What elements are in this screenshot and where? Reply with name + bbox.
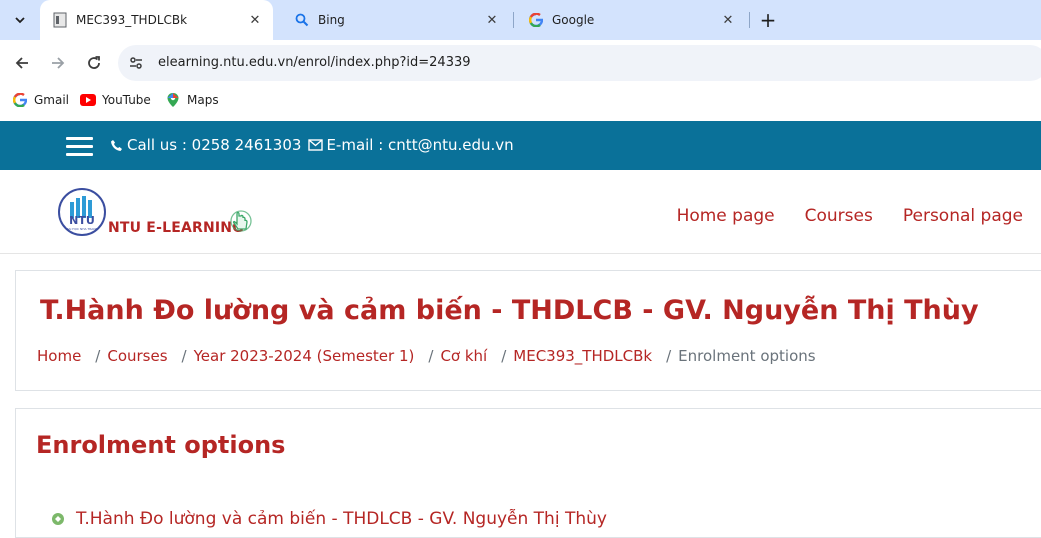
forward-button[interactable] xyxy=(46,51,70,75)
tab-separator xyxy=(513,12,514,28)
pointing-hand-icon xyxy=(230,210,252,232)
main-nav: Home page Courses Personal page xyxy=(677,206,1023,226)
tab-title: Bing xyxy=(318,13,345,27)
course-link[interactable]: T.Hành Đo lường và cảm biến - THDLCB - G… xyxy=(50,509,607,529)
bookmark-maps[interactable]: Maps xyxy=(165,92,219,108)
tab-bing[interactable]: Bing ✕ xyxy=(282,0,510,40)
menu-bar xyxy=(66,145,93,148)
menu-bar xyxy=(66,153,93,156)
chevron-down-icon xyxy=(15,17,25,24)
call-us-text: Call us : 0258 2461303 xyxy=(127,136,302,154)
nav-courses[interactable]: Courses xyxy=(805,206,873,226)
tab-mec393[interactable]: MEC393_THDLCBk ✕ xyxy=(40,0,273,40)
ntu-emblem-icon: NTU ĐẠI HỌC NHA TRANG xyxy=(58,188,106,236)
google-icon xyxy=(528,12,544,28)
plus-icon: + xyxy=(759,8,777,32)
breadcrumb-course[interactable]: MEC393_THDLCBk xyxy=(513,347,652,365)
youtube-icon xyxy=(80,92,96,108)
browser-tab-strip: MEC393_THDLCBk ✕ Bing ✕ Google ✕ + xyxy=(0,0,1041,40)
url-text: elearning.ntu.edu.vn/enrol/index.php?id=… xyxy=(158,55,471,70)
tab-search-button[interactable] xyxy=(6,6,34,34)
breadcrumb: Home / Courses / Year 2023-2024 (Semeste… xyxy=(37,347,816,365)
site-settings-icon[interactable] xyxy=(128,55,144,71)
bookmark-label: YouTube xyxy=(102,93,151,107)
bing-search-icon xyxy=(294,12,310,28)
nav-personal-page[interactable]: Personal page xyxy=(903,206,1023,226)
close-icon[interactable]: ✕ xyxy=(245,10,265,30)
address-bar[interactable]: elearning.ntu.edu.vn/enrol/index.php?id=… xyxy=(118,45,1041,81)
document-icon xyxy=(52,12,68,28)
page-title: T.Hành Đo lường và cảm biến - THDLCB - G… xyxy=(40,295,979,326)
bookmark-youtube[interactable]: YouTube xyxy=(80,92,151,108)
phone-icon xyxy=(108,137,124,153)
svg-text:ĐẠI HỌC NHA TRANG: ĐẠI HỌC NHA TRANG xyxy=(66,227,98,231)
envelope-icon xyxy=(307,137,323,153)
tab-google[interactable]: Google ✕ xyxy=(516,0,746,40)
breadcrumb-year[interactable]: Year 2023-2024 (Semester 1) xyxy=(194,347,415,365)
site-logo[interactable]: NTU ĐẠI HỌC NHA TRANG NTU E-LEARNING xyxy=(56,186,256,238)
new-tab-button[interactable]: + xyxy=(756,8,780,32)
tab-separator xyxy=(749,12,750,28)
breadcrumb-separator: / xyxy=(501,347,507,365)
arrow-left-icon xyxy=(15,57,28,69)
reload-icon xyxy=(88,56,100,69)
bookmark-gmail[interactable]: Gmail xyxy=(12,92,69,108)
close-icon[interactable]: ✕ xyxy=(482,10,502,30)
bookmark-label: Maps xyxy=(187,93,219,107)
course-icon xyxy=(52,513,64,525)
hamburger-menu-button[interactable] xyxy=(66,137,93,156)
nav-home-page[interactable]: Home page xyxy=(677,206,775,226)
breadcrumb-category[interactable]: Cơ khí xyxy=(440,347,487,365)
page-header-card: T.Hành Đo lường và cảm biến - THDLCB - G… xyxy=(15,270,1041,391)
breadcrumb-home[interactable]: Home xyxy=(37,347,81,365)
menu-bar xyxy=(66,137,93,140)
breadcrumb-courses[interactable]: Courses xyxy=(107,347,167,365)
maps-icon xyxy=(165,92,181,108)
close-icon[interactable]: ✕ xyxy=(718,10,738,30)
bookmarks-bar: Gmail YouTube Maps xyxy=(0,86,1041,114)
svg-text:NTU: NTU xyxy=(69,214,95,227)
email-text: E-mail : cntt@ntu.edu.vn xyxy=(326,136,514,154)
breadcrumb-current: Enrolment options xyxy=(678,347,816,365)
browser-toolbar: elearning.ntu.edu.vn/enrol/index.php?id=… xyxy=(0,40,1041,86)
site-topbar: Call us : 0258 2461303 E-mail : cntt@ntu… xyxy=(0,121,1041,170)
bookmark-label: Gmail xyxy=(34,93,70,107)
course-link-text: T.Hành Đo lường và cảm biến - THDLCB - G… xyxy=(76,509,607,529)
section-title: Enrolment options xyxy=(36,431,286,459)
back-button[interactable] xyxy=(10,51,34,75)
breadcrumb-separator: / xyxy=(95,347,101,365)
google-icon xyxy=(12,92,28,108)
reload-button[interactable] xyxy=(82,51,106,75)
contact-info: Call us : 0258 2461303 E-mail : cntt@ntu… xyxy=(108,136,514,154)
tab-title: MEC393_THDLCBk xyxy=(76,13,188,27)
breadcrumb-separator: / xyxy=(181,347,187,365)
breadcrumb-separator: / xyxy=(666,347,672,365)
breadcrumb-separator: / xyxy=(428,347,434,365)
arrow-right-icon xyxy=(52,57,65,69)
site-header: NTU ĐẠI HỌC NHA TRANG NTU E-LEARNING Hom… xyxy=(0,170,1041,254)
logo-text: NTU E-LEARNING xyxy=(108,220,244,236)
tab-title: Google xyxy=(552,13,595,27)
enrolment-card: Enrolment options T.Hành Đo lường và cảm… xyxy=(15,408,1041,538)
